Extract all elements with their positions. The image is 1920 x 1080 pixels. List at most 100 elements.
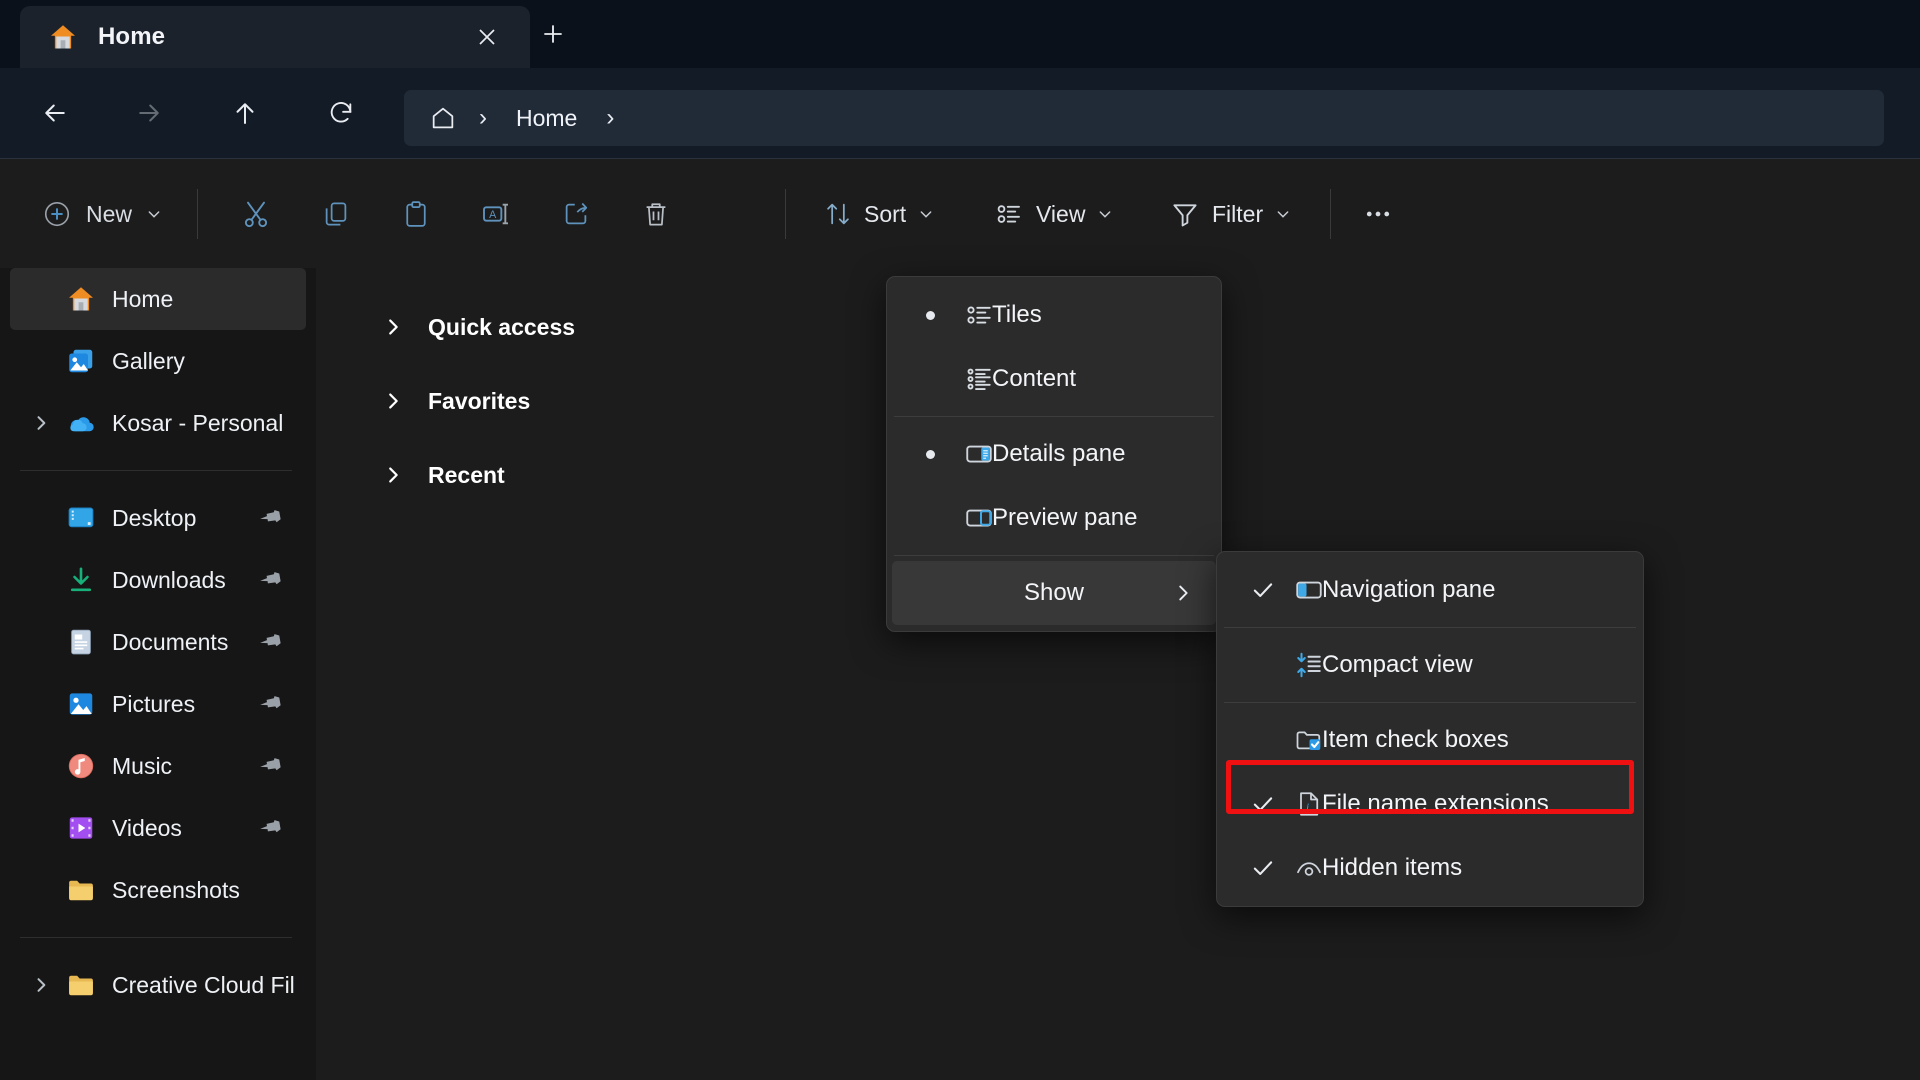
group-label: Quick access <box>428 313 576 340</box>
toolbar-divider-1 <box>197 189 198 239</box>
rename-icon[interactable]: A <box>468 186 524 242</box>
menu-item-label: Compact view <box>1322 651 1473 678</box>
selected-bullet-icon <box>926 449 935 459</box>
paste-icon[interactable] <box>388 186 444 242</box>
chevron-down-icon <box>1275 206 1291 222</box>
up-button[interactable] <box>222 90 268 136</box>
pin-icon[interactable] <box>260 816 284 840</box>
address-bar[interactable]: › Home › <box>404 90 1884 146</box>
menu-item-label: Preview pane <box>992 504 1138 531</box>
folder-icon <box>66 875 96 905</box>
breadcrumb-path[interactable]: Home <box>506 101 587 136</box>
copy-icon[interactable] <box>308 186 364 242</box>
filter-button[interactable]: Filter <box>1158 187 1303 241</box>
chevron-right-icon[interactable] <box>382 464 404 486</box>
menu-item-compact-view[interactable]: Compact view <box>1222 633 1638 697</box>
new-button[interactable]: New <box>32 187 176 241</box>
desktop-icon <box>66 503 96 533</box>
folder-icon <box>66 970 96 1000</box>
sidebar-item-downloads[interactable]: Downloads <box>10 549 306 611</box>
pin-icon[interactable] <box>260 630 284 654</box>
home-outline-icon[interactable] <box>426 101 460 135</box>
sidebar-item-pictures[interactable]: Pictures <box>10 673 306 735</box>
sidebar-item-documents[interactable]: Documents <box>10 611 306 673</box>
menu-item-label: File name extensions <box>1322 790 1549 817</box>
item-check-boxes-icon <box>1294 725 1324 755</box>
sidebar-item-label: Videos <box>112 814 182 841</box>
new-button-label: New <box>86 200 133 227</box>
sidebar-item-home[interactable]: Home <box>10 268 306 330</box>
menu-item-label: Tiles <box>992 301 1042 328</box>
menu-divider-1 <box>894 416 1214 417</box>
sidebar-item-label: Creative Cloud Fil <box>112 971 295 998</box>
check-icon <box>1250 577 1276 603</box>
new-tab-button[interactable] <box>525 8 581 60</box>
pin-icon[interactable] <box>260 692 284 716</box>
home-icon <box>66 284 96 314</box>
file-explorer-window: Home › Home › New A Sort View Filter Hom… <box>0 0 1920 1080</box>
onedrive-icon <box>66 408 96 438</box>
chevron-right-icon[interactable] <box>30 974 52 996</box>
chevron-right-icon[interactable] <box>382 390 404 412</box>
sidebar-divider-2 <box>20 937 292 938</box>
view-button[interactable]: View <box>982 187 1125 241</box>
menu-item-hidden-items[interactable]: Hidden items <box>1222 836 1638 900</box>
videos-icon <box>66 813 96 843</box>
menu-item-label: Navigation pane <box>1322 576 1496 603</box>
sidebar-item-music[interactable]: Music <box>10 735 306 797</box>
menu-item-item-check-boxes[interactable]: Item check boxes <box>1222 708 1638 772</box>
chevron-down-icon <box>918 206 934 222</box>
close-icon[interactable] <box>466 16 508 58</box>
view-dropdown-menu: Tiles Content Details pane Preview pane … <box>886 276 1222 632</box>
menu-item-label: Show <box>1023 579 1085 606</box>
sort-button[interactable]: Sort <box>812 187 946 241</box>
share-icon[interactable] <box>548 186 604 242</box>
sidebar-item-label: Music <box>112 752 173 779</box>
title-bar: Home <box>0 0 1920 68</box>
pin-icon[interactable] <box>260 754 284 778</box>
pin-icon[interactable] <box>260 506 284 530</box>
pin-icon[interactable] <box>260 568 284 592</box>
check-icon <box>1250 791 1276 817</box>
file-name-extensions-icon: i <box>1294 789 1324 819</box>
sidebar-item-screenshots[interactable]: Screenshots <box>10 859 306 921</box>
menu-item-preview-pane[interactable]: Preview pane <box>892 486 1216 550</box>
check-icon <box>1250 855 1276 881</box>
menu-item-navigation-pane[interactable]: Navigation pane <box>1222 558 1638 622</box>
menu-item-show[interactable]: Show <box>892 561 1216 625</box>
menu-item-content[interactable]: Content <box>892 347 1216 411</box>
forward-button[interactable] <box>126 90 172 136</box>
sidebar-item-label: Desktop <box>112 504 197 531</box>
menu-item-file-name-extensions[interactable]: i File name extensions <box>1222 772 1638 836</box>
refresh-button[interactable] <box>318 90 364 136</box>
chevron-right-icon[interactable] <box>30 412 52 434</box>
tab-title: Home <box>98 23 166 50</box>
details-pane-icon <box>964 439 994 469</box>
back-button[interactable] <box>32 90 78 136</box>
preview-pane-icon <box>964 503 994 533</box>
breadcrumb-separator-2[interactable]: › <box>591 104 629 132</box>
overflow-menu-button[interactable] <box>1350 186 1406 242</box>
documents-icon <box>66 627 96 657</box>
pictures-icon <box>66 689 96 719</box>
home-icon <box>48 22 78 52</box>
chevron-right-icon[interactable] <box>382 316 404 338</box>
sidebar-item-desktop[interactable]: Desktop <box>10 487 306 549</box>
sidebar-item-onedrive[interactable]: Kosar - Personal <box>10 392 306 454</box>
sidebar-item-creative-cloud-files[interactable]: Creative Cloud Fil <box>10 954 306 1016</box>
toolbar-divider-3 <box>1330 189 1331 239</box>
sidebar-item-label: Screenshots <box>112 876 240 903</box>
cut-icon[interactable] <box>228 186 284 242</box>
downloads-icon <box>66 565 96 595</box>
sidebar-item-gallery[interactable]: Gallery <box>10 330 306 392</box>
breadcrumb-separator-1[interactable]: › <box>464 104 502 132</box>
menu-item-label: Content <box>992 365 1077 392</box>
group-label: Recent <box>428 461 505 488</box>
sidebar-item-label: Home <box>112 285 174 312</box>
submenu-divider-2 <box>1224 702 1636 703</box>
delete-icon[interactable] <box>628 186 684 242</box>
tab-home[interactable]: Home <box>20 6 530 68</box>
menu-item-details-pane[interactable]: Details pane <box>892 422 1216 486</box>
sidebar-item-videos[interactable]: Videos <box>10 797 306 859</box>
menu-item-tiles[interactable]: Tiles <box>892 283 1216 347</box>
